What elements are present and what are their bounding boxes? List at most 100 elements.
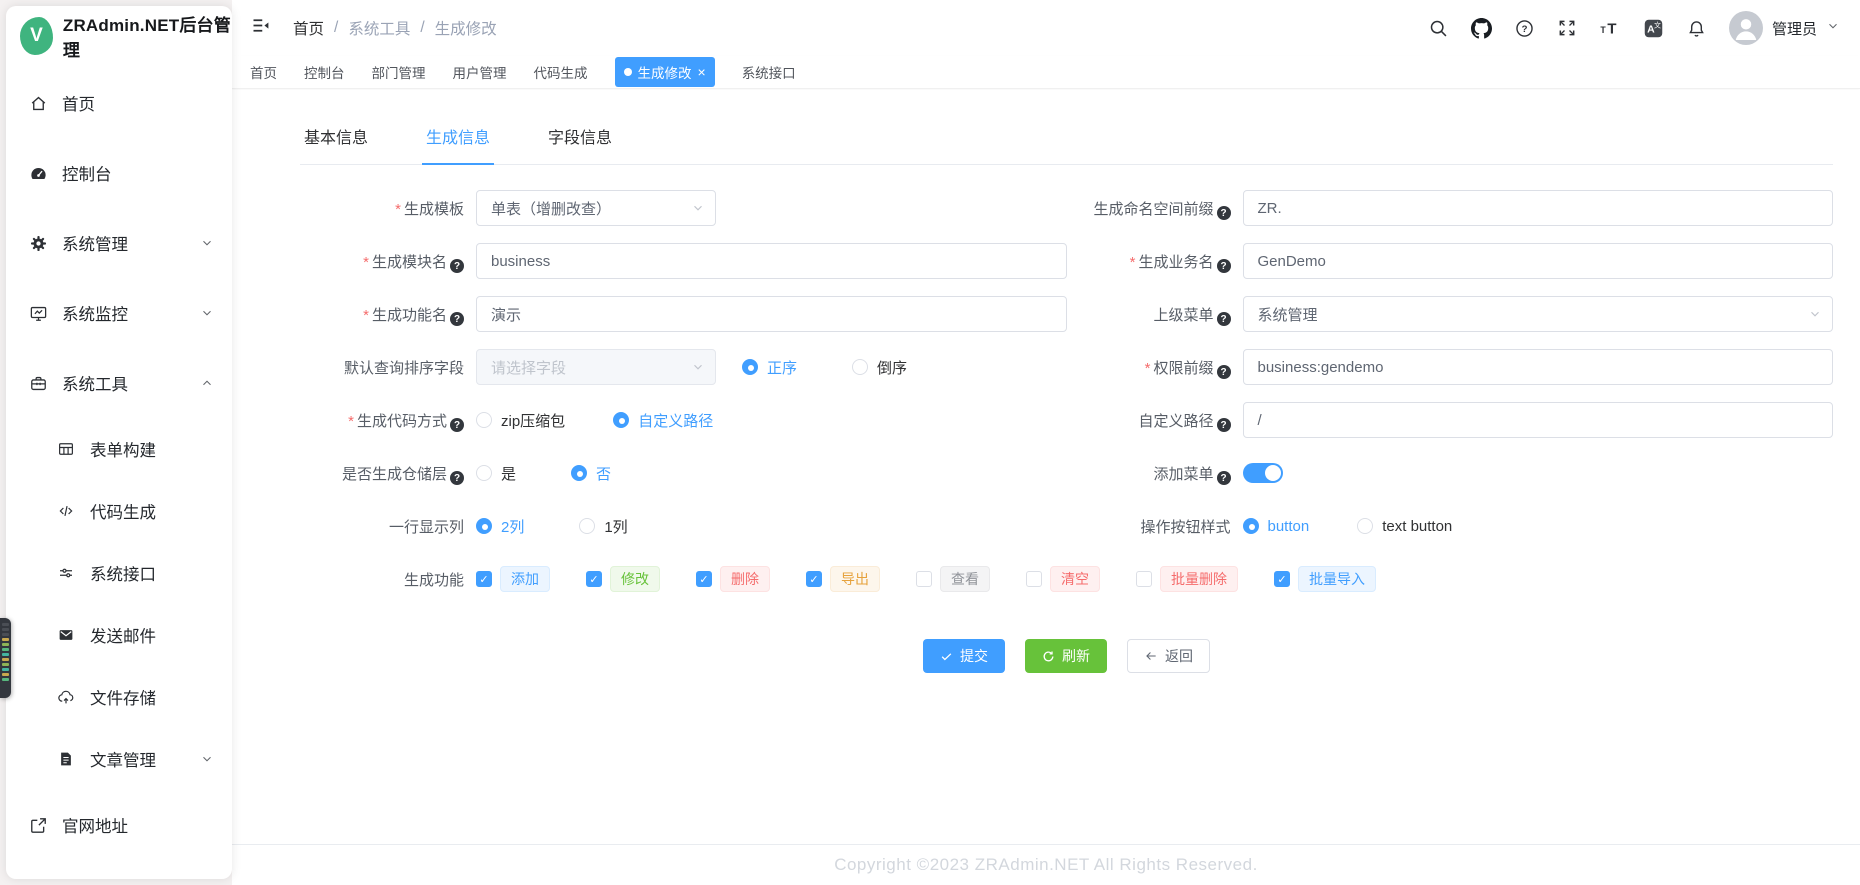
sort-field-select[interactable]: 请选择字段 [476, 349, 716, 385]
submit-button[interactable]: 提交 [923, 639, 1005, 673]
back-button[interactable]: 返回 [1127, 639, 1210, 673]
refresh-button[interactable]: 刷新 [1025, 639, 1107, 673]
sidebar-item-console[interactable]: 控制台 [6, 138, 232, 208]
app-logo[interactable]: V ZRAdmin.NET后台管理 [6, 6, 232, 66]
check-icon [941, 652, 952, 660]
sidebar-item-website-link[interactable]: 官网地址 [6, 790, 232, 860]
breadcrumb-item-home[interactable]: 首页 [293, 17, 324, 39]
radio-button-style[interactable]: button [1242, 518, 1309, 535]
help-icon[interactable]: ? [1216, 312, 1231, 326]
gen-template-select[interactable]: 单表（增删改查） [476, 190, 716, 226]
radio-one-col[interactable]: 1列 [579, 516, 628, 537]
radio-sort-desc[interactable]: 倒序 [852, 357, 907, 378]
feature-batch-import[interactable]: ✓ 批量导入 [1274, 566, 1376, 592]
required-asterisk: * [363, 253, 369, 271]
help-icon[interactable]: ? [450, 471, 464, 485]
feature-add[interactable]: ✓ 添加 [476, 566, 550, 592]
module-name-input[interactable]: business [476, 243, 1067, 279]
feature-edit[interactable]: ✓ 修改 [586, 566, 660, 592]
parent-menu-select[interactable]: 系统管理 [1242, 296, 1833, 332]
page-tab-api[interactable]: 系统接口 [742, 62, 796, 82]
handle-stripe [2, 643, 9, 646]
sidebar-collapse-button[interactable] [250, 15, 271, 41]
tab-close-icon[interactable]: × [698, 65, 706, 79]
bell-icon[interactable] [1686, 18, 1707, 39]
perm-prefix-input[interactable]: business:gendemo [1242, 349, 1833, 385]
select-value: 单表（增删改查） [491, 200, 612, 218]
namespace-input[interactable]: ZR. [1242, 190, 1833, 226]
tab-basic-info[interactable]: 基本信息 [300, 124, 372, 164]
feature-export[interactable]: ✓ 导出 [806, 566, 880, 592]
sidebar-item-system-manage[interactable]: 系统管理 [6, 208, 232, 278]
tab-gen-info[interactable]: 生成信息 [422, 124, 495, 165]
font-size-icon[interactable]: TT [1599, 18, 1621, 39]
sidebar-item-code-gen[interactable]: 代码生成 [6, 480, 232, 542]
sidebar-item-home[interactable]: 首页 [6, 68, 232, 138]
feature-tag: 批量导入 [1298, 566, 1376, 592]
feature-view[interactable]: ✓ 查看 [916, 566, 990, 592]
breadcrumb-item-tools[interactable]: 系统工具 [348, 17, 410, 39]
feature-batch-delete[interactable]: ✓ 批量删除 [1136, 566, 1238, 592]
sidebar-item-system-api[interactable]: 系统接口 [6, 542, 232, 604]
required-asterisk: * [395, 200, 401, 218]
radio-icon [579, 518, 596, 534]
field-code-mode: * 生成代码方式? zip压缩包 自定义路径 [300, 402, 1067, 438]
function-name-input[interactable]: 演示 [476, 296, 1067, 332]
help-icon[interactable]: ? [1216, 471, 1231, 485]
github-icon[interactable] [1470, 17, 1492, 39]
page-tab-codegen[interactable]: 代码生成 [534, 62, 588, 82]
business-name-input[interactable]: GenDemo [1242, 243, 1833, 279]
page-tab-home[interactable]: 首页 [250, 62, 277, 82]
help-icon[interactable]: ? [450, 418, 464, 432]
page-tab-genedit-active[interactable]: 生成修改 × [614, 57, 715, 87]
sidebar-item-send-mail[interactable]: 发送邮件 [6, 604, 232, 666]
sidebar-item-file-storage[interactable]: 文件存储 [6, 666, 232, 728]
radio-repo-yes[interactable]: 是 [476, 463, 516, 484]
select-placeholder: 请选择字段 [491, 359, 567, 377]
field-gen-template: * 生成模板 单表（增删改查） [300, 190, 1067, 226]
page-tab-console[interactable]: 控制台 [304, 62, 345, 82]
radio-text-button-style[interactable]: text button [1357, 518, 1452, 535]
logo-icon: V [20, 17, 53, 55]
radio-repo-no[interactable]: 否 [571, 463, 611, 484]
side-drawer-handle[interactable] [0, 618, 11, 698]
feature-truncate[interactable]: ✓ 清空 [1026, 566, 1100, 592]
code-mode-group: zip压缩包 自定义路径 [476, 410, 713, 431]
required-asterisk: * [1144, 359, 1151, 377]
page-tab-dept[interactable]: 部门管理 [372, 62, 426, 82]
help-icon[interactable]: ? [1216, 206, 1231, 220]
chevron-down-icon [200, 306, 214, 320]
radio-custom-path[interactable]: 自定义路径 [613, 410, 713, 431]
required-asterisk: * [1129, 253, 1136, 271]
help-icon[interactable]: ? [1216, 259, 1231, 273]
sidebar-item-system-tools[interactable]: 系统工具 [6, 348, 232, 418]
app-title: ZRAdmin.NET后台管理 [62, 16, 231, 60]
sidebar-item-form-builder[interactable]: 表单构建 [6, 418, 232, 480]
sidebar-item-article-manage[interactable]: 文章管理 [6, 728, 232, 790]
chevron-up-icon [200, 376, 214, 390]
fullscreen-icon[interactable] [1557, 18, 1577, 38]
radio-two-cols[interactable]: 2列 [476, 516, 524, 537]
menu-label: 发送邮件 [90, 628, 156, 646]
tab-field-info[interactable]: 字段信息 [544, 124, 616, 164]
add-menu-toggle[interactable] [1242, 463, 1283, 483]
svg-text:T: T [1607, 21, 1616, 37]
search-icon[interactable] [1428, 18, 1449, 39]
dashboard-icon [28, 163, 48, 183]
handle-stripe [2, 638, 9, 641]
help-icon[interactable]: ? [1216, 418, 1231, 432]
feature-delete[interactable]: ✓ 删除 [696, 566, 770, 592]
language-icon[interactable]: A文 [1643, 18, 1664, 39]
sidebar-item-system-monitor[interactable]: 系统监控 [6, 278, 232, 348]
help-icon[interactable]: ? [450, 312, 464, 326]
page-tab-user[interactable]: 用户管理 [453, 62, 507, 82]
custom-path-input[interactable]: / [1242, 402, 1833, 438]
help-icon[interactable]: ? [450, 259, 464, 273]
help-icon[interactable]: ? [1514, 18, 1535, 39]
radio-zip[interactable]: zip压缩包 [476, 410, 565, 431]
radio-sort-asc[interactable]: 正序 [742, 357, 797, 378]
feature-tag: 删除 [720, 566, 770, 592]
active-dot-icon [623, 68, 632, 76]
help-icon[interactable]: ? [1216, 365, 1231, 379]
user-menu[interactable]: 管理员 [1728, 11, 1840, 45]
